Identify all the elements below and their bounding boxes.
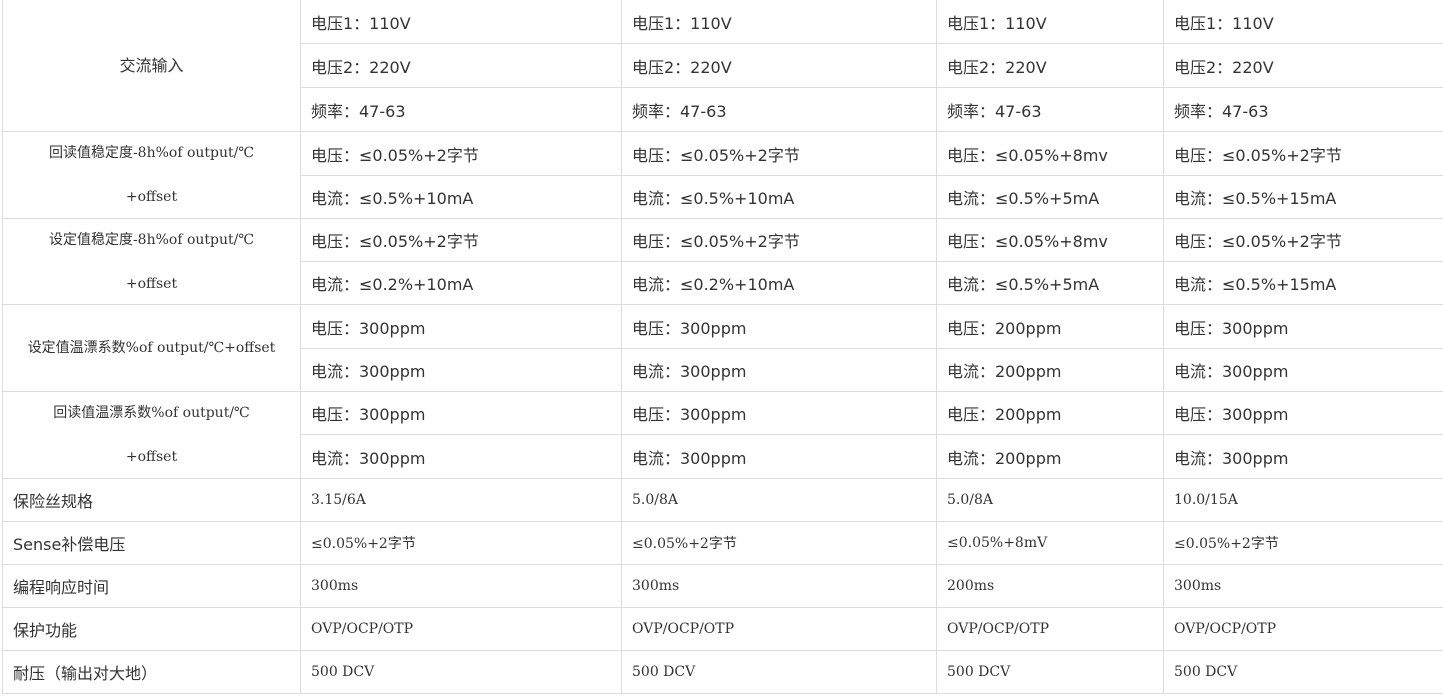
table-row: 保护功能 OVP/OCP/OTP OVP/OCP/OTP OVP/OCP/OTP…: [2, 607, 1443, 651]
row-label-fuse-spec: 保险丝规格: [2, 478, 301, 522]
table-cell: ≤0.05%+2字节: [300, 521, 622, 565]
table-cell: 10.0/15A: [1163, 478, 1443, 522]
table-cell: 电压：≤0.05%+8mv: [936, 131, 1164, 176]
table-cell: 电流：≤0.5%+10mA: [300, 175, 622, 219]
table-cell: 电压2：220V: [621, 43, 937, 88]
table-cell: OVP/OCP/OTP: [621, 607, 937, 651]
row-label-setpoint-stability: 设定值稳定度-8h%of output/℃ +offset: [2, 218, 301, 305]
table-cell: OVP/OCP/OTP: [936, 607, 1164, 651]
row-label-withstand: 耐压（输出对大地）: [2, 650, 301, 694]
table-cell: 电压2：220V: [936, 43, 1164, 88]
table-cell: 电流：300ppm: [621, 434, 937, 479]
row-label-readback-tempco: 回读值温漂系数%of output/℃ +offset: [2, 391, 301, 479]
row-label-setpoint-tempco: 设定值温漂系数%of output/℃+offset: [2, 304, 301, 392]
table-cell: 电压2：220V: [1163, 43, 1443, 88]
table-cell: 频率：47-63: [1163, 87, 1443, 132]
table-cell: ≤0.05%+2字节: [621, 521, 937, 565]
row-label-line: +offset: [125, 275, 178, 292]
table-cell: 电压：300ppm: [300, 391, 622, 435]
table-row: 回读值稳定度-8h%of output/℃ +offset 电压：≤0.05%+…: [2, 131, 1443, 219]
row-label-line: +offset: [125, 189, 178, 205]
table-cell: 电压：300ppm: [621, 391, 937, 435]
table-row: Sense补偿电压 ≤0.05%+2字节 ≤0.05%+2字节 ≤0.05%+8…: [2, 521, 1443, 565]
table-cell: 电流：200ppm: [936, 348, 1164, 392]
row-label-sense-comp: Sense补偿电压: [2, 521, 301, 565]
table-cell: 500 DCV: [1163, 650, 1443, 694]
table-cell: 电压1：110V: [1163, 0, 1443, 44]
table-cell: 电流：≤0.5%+5mA: [936, 175, 1164, 219]
table-cell: 电压：≤0.05%+2字节: [300, 218, 622, 262]
table-row: 回读值温漂系数%of output/℃ +offset 电压：300ppm 电压…: [2, 391, 1443, 479]
table-cell: 300ms: [621, 564, 937, 608]
table-cell: 电压：300ppm: [1163, 391, 1443, 435]
table-cell: 电流：≤0.2%+10mA: [621, 261, 937, 305]
table-cell: 电压：≤0.05%+2字节: [1163, 218, 1443, 262]
table-cell: OVP/OCP/OTP: [1163, 607, 1443, 651]
table-cell: 电压1：110V: [621, 0, 937, 44]
table-cell: 3.15/6A: [300, 478, 622, 522]
table-cell: 500 DCV: [300, 650, 622, 694]
table-cell: 5.0/8A: [936, 478, 1164, 522]
table-cell: 电压2：220V: [300, 43, 622, 88]
table-cell: 300ms: [1163, 564, 1443, 608]
table-row: 保险丝规格 3.15/6A 5.0/8A 5.0/8A 10.0/15A: [2, 478, 1443, 522]
table-cell: 电压1：110V: [936, 0, 1164, 44]
table-cell: 频率：47-63: [300, 87, 622, 132]
table-cell: 电流：≤0.5%+15mA: [1163, 261, 1443, 305]
table-cell: 电流：200ppm: [936, 434, 1164, 479]
table-cell: 5.0/8A: [621, 478, 937, 522]
table-row: 耐压（输出对大地） 500 DCV 500 DCV 500 DCV 500 DC…: [2, 650, 1443, 694]
table-cell: 电流：≤0.5%+10mA: [621, 175, 937, 219]
table-cell: 300ms: [300, 564, 622, 608]
table-cell: 电流：300ppm: [1163, 434, 1443, 479]
table-cell: 电流：300ppm: [1163, 348, 1443, 392]
row-label-prog-response: 编程响应时间: [2, 564, 301, 608]
table-cell: 电流：≤0.2%+10mA: [300, 261, 622, 305]
row-label-line: +offset: [125, 449, 178, 465]
table-cell: 500 DCV: [936, 650, 1164, 694]
table-cell: 电压：≤0.05%+2字节: [621, 131, 937, 176]
table-cell: 电流：≤0.5%+5mA: [936, 261, 1164, 305]
row-label-line: 设定值稳定度-8h%of output/℃: [48, 231, 255, 248]
table-cell: 电流：300ppm: [300, 348, 622, 392]
row-label-line: 回读值温漂系数%of output/℃: [53, 405, 250, 421]
spec-table: 交流输入 电压1：110V 电压1：110V 电压1：110V 电压1：110V…: [2, 0, 1443, 694]
table-cell: 电流：300ppm: [621, 348, 937, 392]
row-label-readback-stability: 回读值稳定度-8h%of output/℃ +offset: [2, 131, 301, 219]
table-cell: 电压：≤0.05%+8mv: [936, 218, 1164, 262]
table-row: 编程响应时间 300ms 300ms 200ms 300ms: [2, 564, 1443, 608]
row-label-ac-input: 交流输入: [2, 0, 301, 132]
table-cell: 电压：200ppm: [936, 391, 1164, 435]
table-row: 交流输入 电压1：110V 电压1：110V 电压1：110V 电压1：110V: [2, 0, 1443, 132]
table-cell: 电压：≤0.05%+2字节: [621, 218, 937, 262]
table-cell: ≤0.05%+2字节: [1163, 521, 1443, 565]
table-cell: OVP/OCP/OTP: [300, 607, 622, 651]
table-cell: ≤0.05%+8mV: [936, 521, 1164, 565]
table-cell: 电压：≤0.05%+2字节: [1163, 131, 1443, 176]
table-row: 设定值温漂系数%of output/℃+offset 电压：300ppm 电压：…: [2, 304, 1443, 392]
row-label-protection: 保护功能: [2, 607, 301, 651]
table-cell: 频率：47-63: [936, 87, 1164, 132]
table-row: 设定值稳定度-8h%of output/℃ +offset 电压：≤0.05%+…: [2, 218, 1443, 305]
row-label-line: 回读值稳定度-8h%of output/℃: [48, 145, 255, 161]
table-cell: 电压：300ppm: [300, 304, 622, 349]
table-cell: 电压1：110V: [300, 0, 622, 44]
table-cell: 200ms: [936, 564, 1164, 608]
table-cell: 电压：300ppm: [1163, 304, 1443, 349]
table-cell: 电压：200ppm: [936, 304, 1164, 349]
table-cell: 电压：300ppm: [621, 304, 937, 349]
table-cell: 电流：300ppm: [300, 434, 622, 479]
table-cell: 电压：≤0.05%+2字节: [300, 131, 622, 176]
table-cell: 500 DCV: [621, 650, 937, 694]
table-cell: 电流：≤0.5%+15mA: [1163, 175, 1443, 219]
table-cell: 频率：47-63: [621, 87, 937, 132]
